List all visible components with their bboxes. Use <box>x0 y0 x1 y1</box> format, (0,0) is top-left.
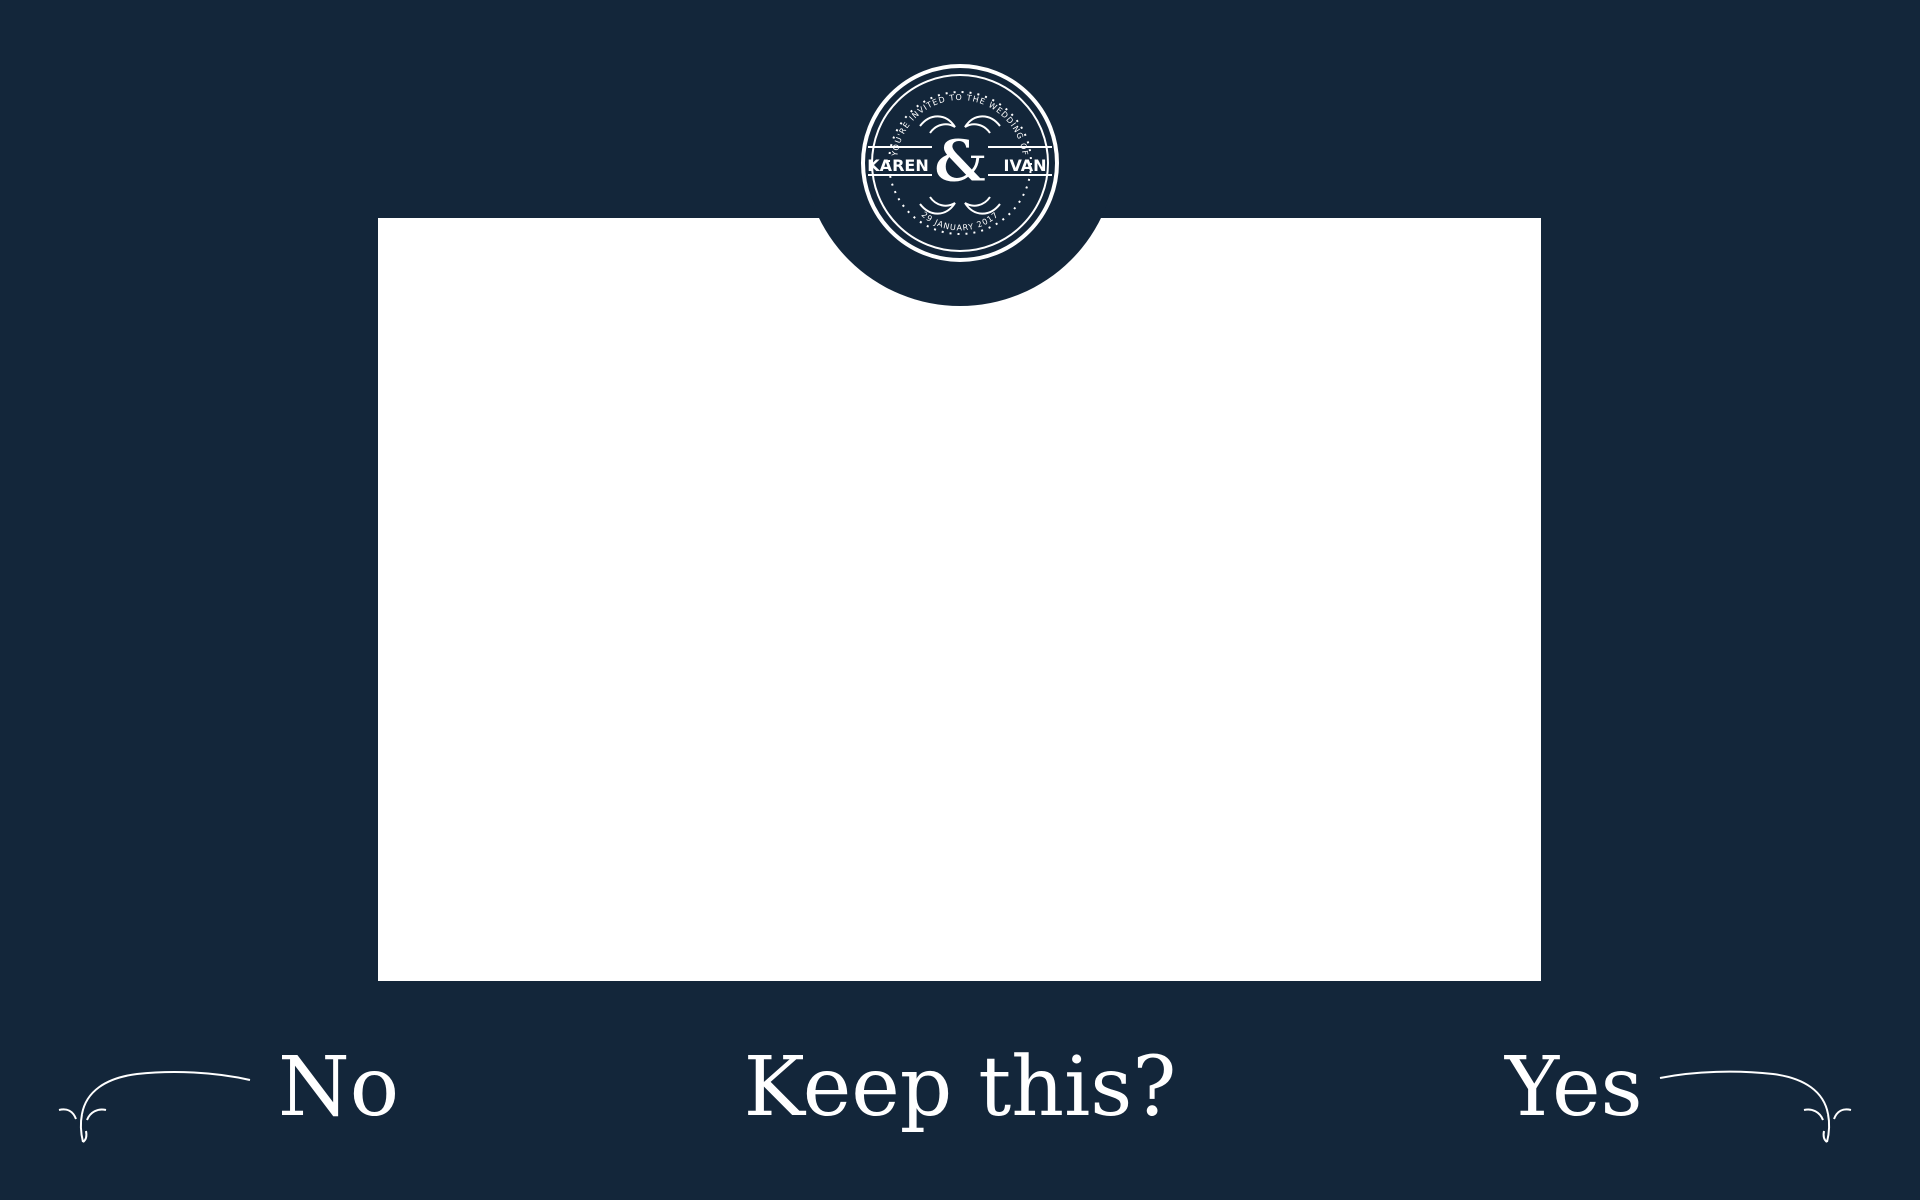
right-flourish-icon <box>1645 1054 1865 1144</box>
photo-preview <box>378 218 1541 981</box>
seal-name-left: KAREN <box>867 156 928 175</box>
left-flourish-icon <box>55 1054 275 1144</box>
no-button[interactable]: No <box>278 1042 399 1134</box>
keep-this-prompt: Keep this? <box>743 1040 1177 1135</box>
left-flourish-svg <box>58 1071 251 1143</box>
wedding-seal-svg: YOU'RE INVITED TO THE WEDDING OF KAREN &… <box>861 64 1059 262</box>
seal-ampersand: & <box>934 127 986 195</box>
wedding-seal-icon: YOU'RE INVITED TO THE WEDDING OF KAREN &… <box>860 63 1060 263</box>
seal-name-right: IVAN <box>1003 156 1046 175</box>
yes-button[interactable]: Yes <box>1505 1042 1643 1134</box>
right-flourish-svg <box>1659 1070 1852 1143</box>
photo-booth-screen: YOU'RE INVITED TO THE WEDDING OF KAREN &… <box>0 0 1920 1200</box>
